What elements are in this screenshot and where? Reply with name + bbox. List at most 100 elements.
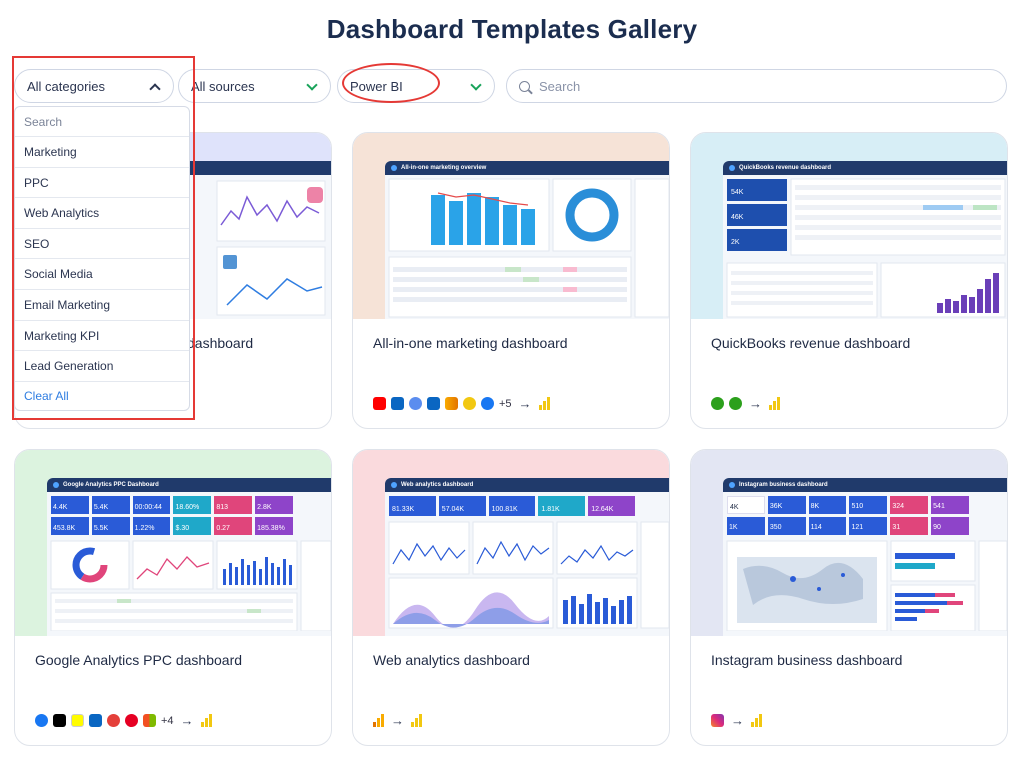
card-sources: → (711, 396, 780, 411)
kpi-tile: 1.81K (538, 496, 586, 516)
kpi-tile: 36K (767, 496, 806, 514)
search-icon (519, 80, 530, 92)
card-sources: +5 → (373, 396, 550, 411)
kpi-tile: 510 (849, 496, 888, 514)
sources-filter[interactable]: All sources (178, 69, 331, 103)
x-icon (53, 714, 66, 727)
kpi-tile: 813 (214, 496, 253, 514)
arrow-right-icon: → (518, 396, 532, 411)
kpi-tile: 00:00:44 (132, 496, 171, 514)
arrow-right-icon: → (391, 713, 404, 728)
kpi-tile: 453.8K (51, 517, 89, 535)
dashboard-preview: All-in-one marketing overview (385, 161, 669, 319)
arrow-right-icon: → (749, 396, 762, 411)
card-title[interactable]: Instagram business dashboard (711, 652, 902, 668)
more-sources-count: +4 (161, 714, 174, 727)
dropdown-item-web-analytics[interactable]: Web Analytics (15, 198, 189, 229)
preview-title: QuickBooks revenue dashboard (739, 165, 832, 171)
card-title[interactable]: Google Analytics PPC dashboard (35, 652, 242, 668)
facebook-icon (481, 397, 494, 410)
microsoft-ads-icon (143, 714, 156, 727)
template-card[interactable]: QuickBooks revenue dashboard 54K 46K 2K (690, 132, 1008, 429)
youtube-icon (373, 397, 386, 410)
search-placeholder: Search (539, 78, 581, 94)
kpi-tile: 54K (727, 179, 787, 201)
power-bi-icon (538, 397, 550, 410)
page-title: Dashboard Templates Gallery (326, 14, 698, 44)
chevron-down-icon (306, 79, 318, 91)
quickbooks-icon (711, 397, 724, 410)
more-sources-count: +5 (499, 397, 512, 410)
kpi-tile: 2.8K (255, 496, 293, 514)
card-title[interactable]: Web analytics dashboard (373, 652, 530, 668)
card-title[interactable]: QuickBooks revenue dashboard (711, 335, 910, 351)
kpi-tile: 81.33K (389, 496, 436, 516)
instagram-icon (711, 714, 724, 727)
dropdown-item-ppc[interactable]: PPC (15, 168, 189, 199)
kpi-tile: 31 (890, 517, 929, 535)
card-hero: Google Analytics PPC Dashboard 4.4K 5.4K… (15, 450, 331, 636)
dropdown-search-input[interactable]: Search (15, 107, 189, 137)
category-filter[interactable]: All categories (14, 69, 174, 103)
search-input[interactable]: Search (506, 69, 1007, 103)
linkedin-ads-icon (427, 397, 440, 410)
kpi-tile: 0.27 (214, 517, 253, 535)
card-hero: Instagram business dashboard 4K 36K 8K 5… (691, 450, 1007, 636)
dropdown-item-social-media[interactable]: Social Media (15, 259, 189, 290)
clear-all-link[interactable]: Clear All (15, 382, 189, 410)
preview-graphic (50, 540, 331, 631)
kpi-tile: $.30 (173, 517, 212, 535)
kpi-tile: 100.81K (488, 496, 536, 516)
quora-icon (107, 714, 120, 727)
dropdown-item-lead-generation[interactable]: Lead Generation (15, 351, 189, 382)
kpi-tile: 57.04K (438, 496, 486, 516)
preview-title: Instagram business dashboard (739, 482, 828, 488)
card-hero: All-in-one marketing overview (353, 133, 669, 319)
kpi-tile: 2K (727, 229, 787, 251)
preview-title: All-in-one marketing overview (401, 165, 487, 171)
dropdown-item-email-marketing[interactable]: Email Marketing (15, 290, 189, 321)
arrow-right-icon: → (731, 713, 744, 728)
kpi-tile: 121 (849, 517, 888, 535)
kpi-tile: 18.60% (173, 496, 212, 514)
kpi-tile: 1.22% (132, 517, 171, 535)
kpi-tile: 541 (931, 496, 969, 514)
preview-graphic (388, 521, 669, 629)
dropdown-item-seo[interactable]: SEO (15, 229, 189, 260)
kpi-tile: 8K (808, 496, 847, 514)
chevron-down-icon (470, 79, 482, 91)
preview-graphic (726, 540, 1007, 631)
dropdown-item-marketing[interactable]: Marketing (15, 137, 189, 168)
preview-title: Google Analytics PPC Dashboard (63, 482, 159, 488)
tool-filter[interactable]: Power BI (337, 69, 495, 103)
kpi-tile: 5.5K (91, 517, 130, 535)
card-title[interactable]: All-in-one marketing dashboard (373, 335, 568, 351)
kpi-tile: 4.4K (51, 496, 89, 514)
preview-graphic (388, 178, 669, 318)
arrow-right-icon: → (180, 713, 194, 728)
category-dropdown: Search Marketing PPC Web Analytics SEO S… (14, 106, 190, 411)
google-ads-icon (463, 397, 476, 410)
dropdown-item-marketing-kpi[interactable]: Marketing KPI (15, 321, 189, 352)
template-card[interactable]: Web analytics dashboard 81.33K 57.04K 10… (352, 449, 670, 746)
kpi-tile: 350 (767, 517, 806, 535)
card-title[interactable]: dashboard (187, 335, 253, 351)
card-sources: → (711, 713, 762, 728)
template-card[interactable]: Instagram business dashboard 4K 36K 8K 5… (690, 449, 1008, 746)
google-analytics-icon (373, 714, 384, 727)
category-filter-value: All categories (27, 78, 106, 94)
dashboard-preview: Google Analytics PPC Dashboard 4.4K 5.4K… (47, 478, 331, 636)
kpi-tile: 90 (931, 517, 969, 535)
kpi-tile: 1K (727, 517, 765, 535)
template-card[interactable]: Google Analytics PPC Dashboard 4.4K 5.4K… (14, 449, 332, 746)
card-sources: +4 → (35, 713, 212, 728)
pinterest-icon (125, 714, 138, 727)
linkedin-icon (391, 397, 404, 410)
facebook-icon (35, 714, 48, 727)
preview-title: Web analytics dashboard (401, 482, 474, 488)
dashboard-preview: QuickBooks revenue dashboard 54K 46K 2K (723, 161, 1007, 319)
template-card[interactable]: All-in-one marketing overview All-in-one… (352, 132, 670, 429)
google-analytics-icon (445, 397, 458, 410)
card-sources: → (373, 713, 422, 728)
snapchat-icon (71, 714, 84, 727)
